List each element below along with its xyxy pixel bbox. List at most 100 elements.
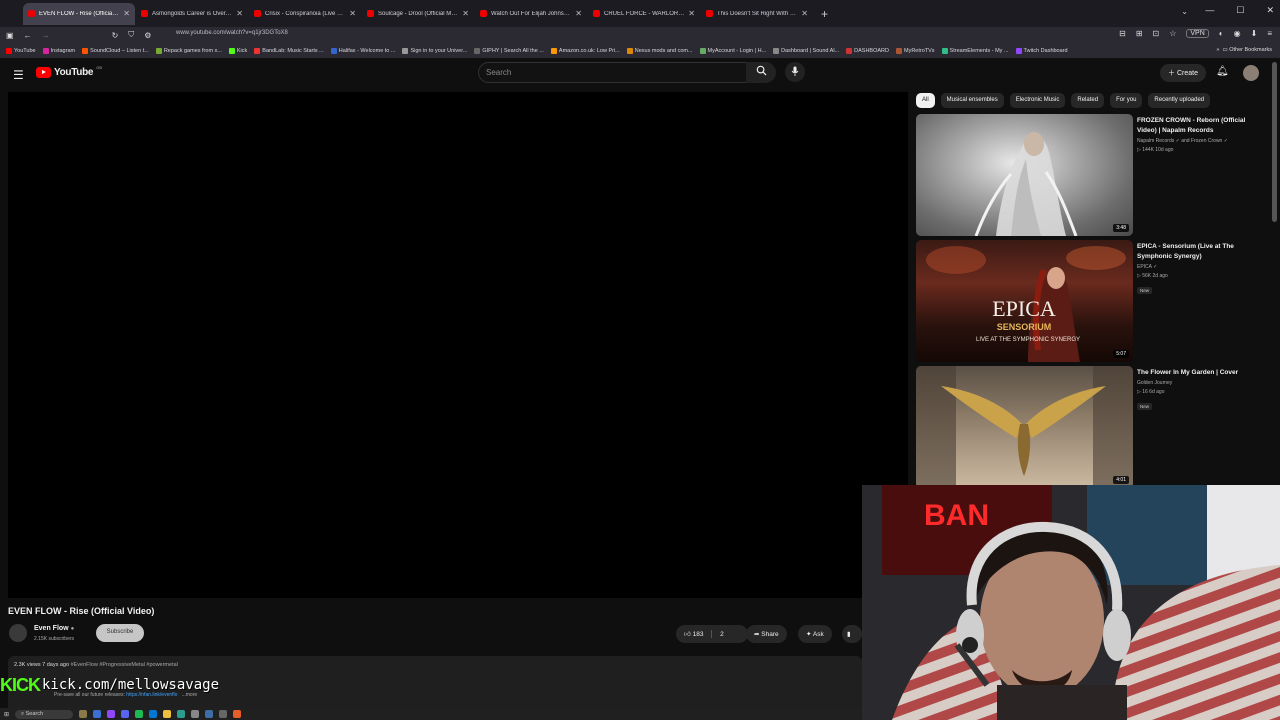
tab-search-icon[interactable]: ⊡: [1153, 29, 1160, 38]
browser-tab[interactable]: Watch Out For Elijah Johnson | ✕: [475, 3, 587, 25]
close-icon[interactable]: ✕: [462, 9, 469, 18]
download-icon[interactable]: ⬇: [1251, 29, 1258, 38]
page-scrollbar[interactable]: [1272, 62, 1277, 222]
recommendation-title[interactable]: FROZEN CROWN - Reborn (Official Video) |…: [1137, 116, 1262, 136]
recommendation-title[interactable]: The Flower In My Garden | Cover: [1137, 368, 1262, 378]
browser-icon[interactable]: [233, 710, 242, 718]
windows-start-icon[interactable]: ⊞: [4, 711, 9, 718]
spotify-icon[interactable]: [135, 710, 144, 718]
bookmark-item[interactable]: Sign in to your Univer...: [402, 47, 467, 54]
recommendation-channel[interactable]: Golden Journey: [1137, 380, 1262, 386]
chip-musical-ensembles[interactable]: Musical ensembles: [940, 93, 1004, 108]
channel-name[interactable]: Even Flow ●: [34, 625, 74, 632]
bookmark-item[interactable]: DASHBOARD: [846, 47, 889, 54]
close-icon[interactable]: ✕: [123, 9, 130, 18]
edge-icon[interactable]: [149, 710, 158, 718]
close-icon[interactable]: ✕: [688, 9, 695, 18]
recommendation-item[interactable]: 3:48 FROZEN CROWN - Reborn (Official Vid…: [916, 114, 1266, 236]
recommendation-channel[interactable]: Napalm Records ✓ and Frozen Crown ✓: [1137, 138, 1262, 144]
video-player[interactable]: [8, 92, 908, 598]
close-icon[interactable]: ✕: [236, 9, 243, 18]
browser-tab[interactable]: Crisix - Conspiranoia (Live From ✕: [249, 3, 361, 25]
close-window-icon[interactable]: ✕: [1266, 5, 1274, 16]
recommendation-channel[interactable]: EPICA ✓: [1137, 264, 1262, 270]
browser-tab[interactable]: Soulcage - Drool (Official Music ✕: [362, 3, 474, 25]
reader-view-icon[interactable]: ⊞: [1136, 29, 1143, 38]
bookmark-item[interactable]: Twitch Dashboard: [1015, 47, 1068, 54]
new-tab-button[interactable]: +: [821, 7, 828, 21]
reload-icon[interactable]: ↻: [112, 31, 119, 40]
browser-tab[interactable]: CRUEL FORCE - WARLORDS (O✕: [588, 3, 700, 25]
recommendation-title[interactable]: EPICA - Sensorium (Live at The Symphonic…: [1137, 242, 1262, 262]
browser-tab[interactable]: Asmongolds Career is Over... - Y ✕: [136, 3, 248, 25]
avatar[interactable]: [1243, 65, 1259, 81]
app-icon[interactable]: [93, 710, 102, 718]
tab-overview-button[interactable]: [0, 3, 22, 25]
close-icon[interactable]: ✕: [349, 9, 356, 18]
profile-icon[interactable]: ◉: [1234, 29, 1241, 38]
chip-all[interactable]: All: [916, 93, 935, 108]
recommendation-item[interactable]: EPICA SENSORIUM LIVE AT THE SYMPHONIC SY…: [916, 240, 1266, 362]
discord-icon[interactable]: [121, 710, 130, 718]
taskbar-search[interactable]: ⌕ Search: [15, 709, 74, 719]
recommendation-item[interactable]: 4:01 The Flower In My Garden | Cover Gol…: [916, 366, 1266, 488]
close-icon[interactable]: ✕: [575, 9, 582, 18]
save-button[interactable]: ▮: [842, 625, 862, 643]
app-icon[interactable]: [191, 710, 200, 718]
search-input[interactable]: Search: [478, 62, 748, 83]
chip-electronic-music[interactable]: Electronic Music: [1009, 93, 1066, 108]
close-icon[interactable]: ✕: [801, 9, 808, 18]
video-thumbnail[interactable]: 3:48: [916, 114, 1133, 236]
app-icon[interactable]: [205, 710, 214, 718]
app-icon[interactable]: [219, 710, 228, 718]
video-thumbnail[interactable]: 4:01: [916, 366, 1133, 488]
maximize-icon[interactable]: ☐: [1236, 5, 1244, 16]
widgets-icon[interactable]: [79, 710, 88, 718]
back-icon[interactable]: ←: [24, 31, 32, 40]
subscribe-button[interactable]: Subscribe: [96, 624, 144, 642]
bookmark-item[interactable]: MyRetroTVs: [895, 47, 935, 54]
bell-icon[interactable]: 🔔︎: [1216, 66, 1229, 77]
forward-icon[interactable]: →: [42, 31, 50, 40]
bookmark-item[interactable]: Repack games from x...: [155, 47, 222, 54]
bookmark-item[interactable]: Halifax - Welcome to ...: [330, 47, 395, 54]
chevron-down-icon[interactable]: ⌄: [1181, 7, 1188, 16]
wallet-icon[interactable]: ◐: [1219, 29, 1224, 38]
hamburger-menu-icon[interactable]: ☰: [13, 68, 24, 82]
bookmark-item[interactable]: StreamElements - My ...: [941, 47, 1009, 54]
video-thumbnail[interactable]: EPICA SENSORIUM LIVE AT THE SYMPHONIC SY…: [916, 240, 1133, 362]
vpn-button[interactable]: VPN: [1186, 29, 1209, 38]
menu-icon[interactable]: ≡: [1267, 29, 1272, 38]
chip-recently-uploaded[interactable]: Recently uploaded: [1148, 93, 1211, 108]
address-bar[interactable]: www.youtube.com/watch?v=q1jr3DGToX8: [176, 30, 288, 36]
site-info-icon[interactable]: ⚙: [144, 31, 151, 40]
bookmark-item[interactable]: Kick: [228, 47, 247, 54]
ask-button[interactable]: ✦ Ask: [798, 625, 832, 643]
app-icon[interactable]: [107, 710, 116, 718]
bookmark-item[interactable]: MyAccount - Login | H...: [699, 47, 766, 54]
sidebar-toggle-icon[interactable]: ▣: [6, 31, 14, 40]
bookmark-item[interactable]: BandLab: Music Starts ...: [254, 47, 324, 54]
microphone-icon[interactable]: [785, 62, 805, 82]
app-icon[interactable]: [177, 710, 186, 718]
bookmark-star-icon[interactable]: ☆: [1169, 29, 1176, 38]
shield-icon[interactable]: ⛉: [128, 30, 134, 40]
folder-icon[interactable]: [163, 710, 172, 718]
create-button[interactable]: ＋ Create: [1160, 64, 1206, 82]
like-dislike-button[interactable]: 👍︎ 183 2: [676, 625, 748, 643]
bookmark-item[interactable]: Amazon.co.uk: Low Pri...: [550, 47, 620, 54]
chip-related[interactable]: Related: [1071, 93, 1105, 108]
bookmark-item[interactable]: Dashboard | Sound Al...: [773, 47, 839, 54]
browser-tab[interactable]: EVEN FLOW - Rise (Official Vide ✕: [23, 2, 135, 25]
chip-for-you[interactable]: For you: [1110, 93, 1143, 108]
bookmark-item[interactable]: Instagram: [42, 47, 75, 54]
youtube-logo[interactable]: YouTube GB: [36, 65, 102, 78]
bookmark-item[interactable]: GIPHY | Search All the ...: [474, 47, 544, 54]
browser-tab[interactable]: This Doesn't Sit Right With Me ✕: [701, 3, 813, 25]
bookmark-item[interactable]: Nexus mods and com...: [626, 47, 693, 54]
extension-icon[interactable]: ⊟: [1119, 29, 1126, 38]
other-bookmarks[interactable]: » ▭ Other Bookmarks: [1216, 47, 1272, 53]
channel-avatar[interactable]: [9, 624, 27, 642]
search-icon[interactable]: [746, 62, 776, 83]
bookmark-item[interactable]: SoundCloud – Listen t...: [82, 47, 149, 54]
